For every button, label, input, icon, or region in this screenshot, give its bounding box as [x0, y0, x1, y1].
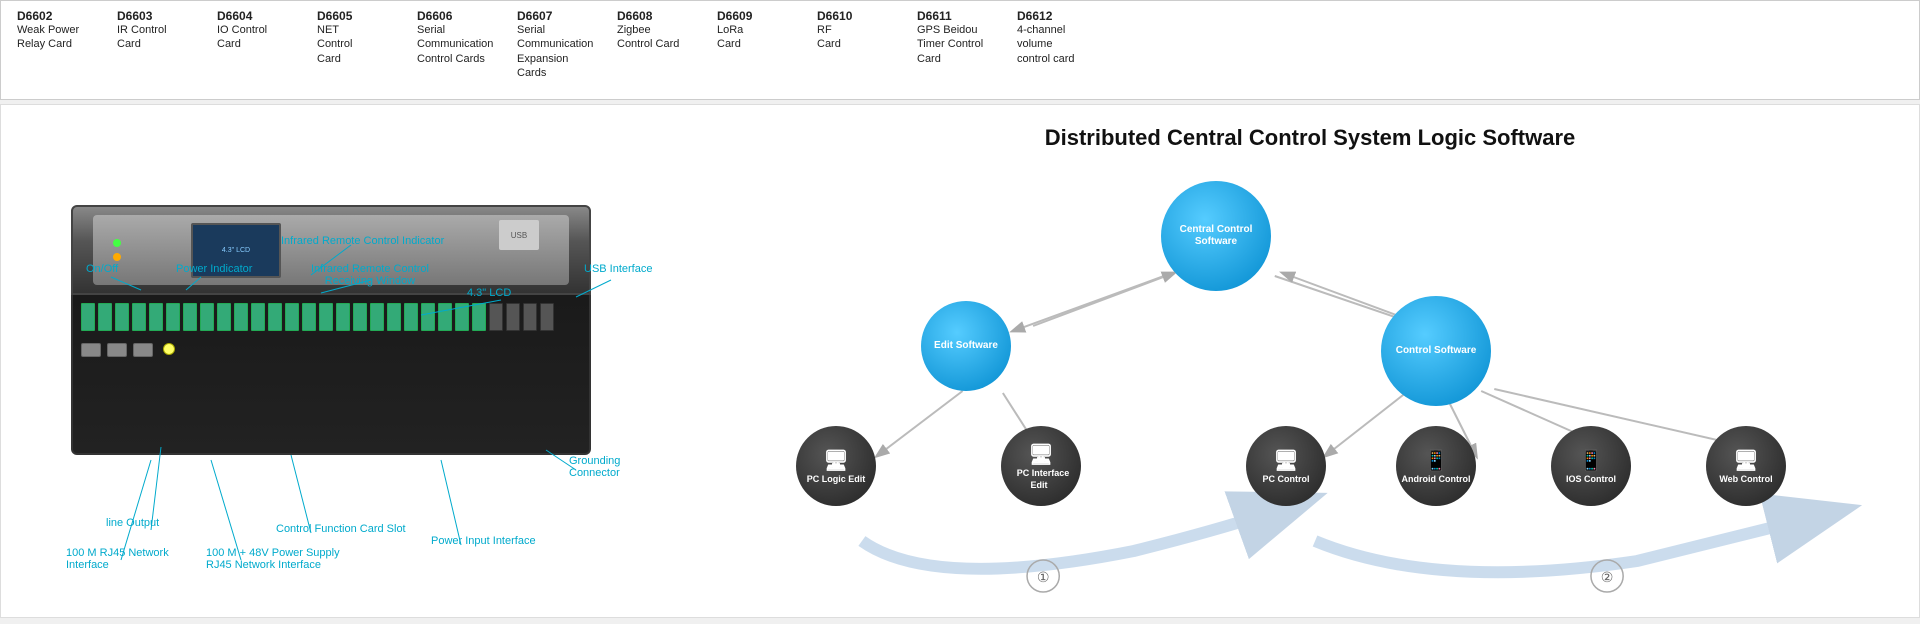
diagram-title: Distributed Central Control System Logic… [731, 125, 1889, 151]
port-block [132, 303, 146, 331]
diagram-arrows: ① ② [731, 171, 1889, 601]
rj45-port [133, 343, 153, 357]
node-web-control: 🖥 Web Control [1706, 426, 1786, 506]
port-block-dark [540, 303, 554, 331]
annotation-lcd: 4.3" LCD [467, 287, 511, 299]
main-section: 4.3" LCD USB [0, 104, 1920, 618]
card-d6604: D6604 IO ControlCard [217, 9, 297, 80]
annotation-power-indicator: Power Indicator [176, 263, 252, 275]
port-block [404, 303, 418, 331]
card-d6607: D6607 SerialCommunicationExpansionCards [517, 9, 597, 80]
node-pc-interface-edit: 🖥 PC Interface Edit [1001, 426, 1081, 506]
device-diagram-panel: 4.3" LCD USB [1, 105, 701, 617]
port-block [455, 303, 469, 331]
card-d6602: D6602 Weak PowerRelay Card [17, 9, 97, 80]
port-block [81, 303, 95, 331]
grounding-connector [163, 343, 175, 355]
node-control-software: Control Software [1381, 296, 1491, 406]
port-block [353, 303, 367, 331]
annotation-infrared-window: Infrared Remote ControlReceiving Window [311, 263, 429, 287]
node-ios-control: 📱 IOS Control [1551, 426, 1631, 506]
top-table-section: D6602 Weak PowerRelay Card D6603 IR Cont… [0, 0, 1920, 100]
node-pc-logic-edit: 🖥 PC Logic Edit [796, 426, 876, 506]
cards-table: D6602 Weak PowerRelay Card D6603 IR Cont… [17, 9, 1097, 80]
led-power [113, 253, 121, 261]
node-android-control: 📱 Android Control [1396, 426, 1476, 506]
port-block [268, 303, 282, 331]
port-block [336, 303, 350, 331]
diagram-canvas: ① ② Central Control Software Edit Softwa… [731, 171, 1889, 601]
rj45-port [107, 343, 127, 357]
port-block [421, 303, 435, 331]
port-block [149, 303, 163, 331]
bottom-ports-row [73, 339, 589, 361]
annotation-line-output: line Output [106, 517, 159, 529]
port-block-dark [506, 303, 520, 331]
card-d6612: D6612 4-channelvolumecontrol card [1017, 9, 1097, 80]
card-d6606: D6606 SerialCommunicationControl Cards [417, 9, 497, 80]
port-block [234, 303, 248, 331]
port-block-dark [489, 303, 503, 331]
card-d6610: D6610 RFCard [817, 9, 897, 80]
port-block [251, 303, 265, 331]
port-block [200, 303, 214, 331]
card-d6603: D6603 IR ControlCard [117, 9, 197, 80]
annotation-on-off: On/Off [86, 263, 118, 275]
node-edit-software: Edit Software [921, 301, 1011, 391]
annotation-infrared-indicator: Infrared Remote Control Indicator [281, 235, 444, 247]
device-image: 4.3" LCD USB [11, 115, 691, 605]
port-block [319, 303, 333, 331]
svg-text:②: ② [1601, 569, 1614, 585]
card-d6605: D6605 NETControlCard [317, 9, 397, 80]
annotation-control-slot: Control Function Card Slot [276, 523, 406, 535]
port-block [438, 303, 452, 331]
logic-diagram-panel: Distributed Central Control System Logic… [701, 105, 1919, 617]
device-bottom-unit [71, 295, 591, 455]
annotation-power-supply: 100 M + 48V Power SupplyRJ45 Network Int… [206, 547, 340, 571]
port-block [166, 303, 180, 331]
node-central-control: Central Control Software [1161, 181, 1271, 291]
port-block [115, 303, 129, 331]
card-d6608: D6608 ZigbeeControl Card [617, 9, 697, 80]
rj45-port [81, 343, 101, 357]
annotation-power-input: Power Input Interface [431, 535, 536, 547]
node-pc-control: 🖥 PC Control [1246, 426, 1326, 506]
port-block [472, 303, 486, 331]
annotation-grounding: GroundingConnector [569, 455, 620, 479]
port-block [98, 303, 112, 331]
terminal-blocks [73, 295, 589, 339]
port-block [370, 303, 384, 331]
annotation-network-100m: 100 M RJ45 NetworkInterface [66, 547, 169, 571]
port-block-dark [523, 303, 537, 331]
port-block [387, 303, 401, 331]
port-block [285, 303, 299, 331]
annotation-usb: USB Interface [584, 263, 652, 275]
port-block [302, 303, 316, 331]
port-block [217, 303, 231, 331]
card-d6609: D6609 LoRaCard [717, 9, 797, 80]
usb-port: USB [499, 220, 539, 250]
svg-text:①: ① [1037, 569, 1050, 585]
card-d6611: D6611 GPS BeidouTimer ControlCard [917, 9, 997, 80]
led-on-off [113, 239, 121, 247]
port-block [183, 303, 197, 331]
